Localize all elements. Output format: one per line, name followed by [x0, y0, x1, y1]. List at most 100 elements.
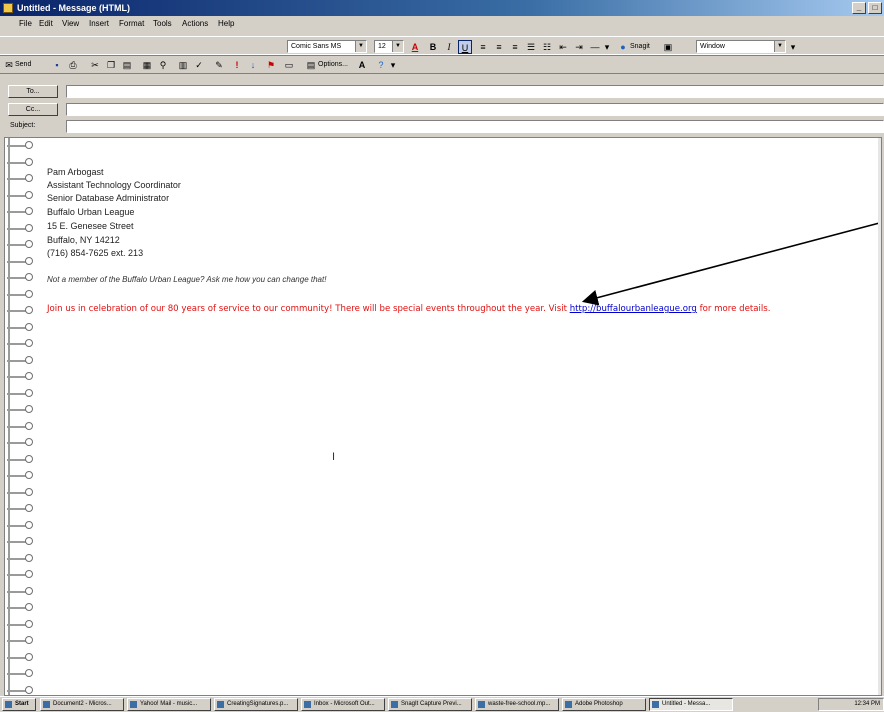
browser-icon [130, 701, 137, 708]
taskbar: Start Document2 - Micros... Yahoo! Mail … [0, 696, 884, 712]
to-row: To... [0, 84, 884, 99]
send-icon: ✉ [5, 60, 13, 70]
taskbar-item-label: Inbox - Microsoft Out... [314, 701, 375, 707]
snagit-icon [391, 701, 398, 708]
to-button[interactable]: To... [8, 85, 58, 98]
decrease-indent-icon[interactable]: ⇤ [556, 40, 570, 54]
font-size-select[interactable]: 12 ▼ [374, 40, 404, 53]
snagit-button[interactable]: Snagit [630, 40, 650, 54]
send-button[interactable]: Send [15, 58, 31, 72]
subject-field[interactable] [66, 120, 884, 133]
bold-icon[interactable]: B [426, 40, 440, 54]
options-icon: ▤ [306, 60, 316, 70]
word-icon [43, 701, 50, 708]
check-names-icon[interactable]: ✓ [192, 58, 206, 72]
taskbar-item[interactable]: SnagIt Capture Previ... [388, 698, 472, 711]
paste-icon[interactable]: ▤ [120, 58, 134, 72]
address-book-icon[interactable]: ▥ [176, 58, 190, 72]
cut-icon[interactable]: ✂ [88, 58, 102, 72]
flag-icon[interactable]: ⚑ [264, 58, 278, 72]
menu-help[interactable]: Help [218, 19, 234, 28]
attach-icon[interactable]: ⚲ [156, 58, 170, 72]
menu-format[interactable]: Format [119, 19, 144, 28]
standard-toolbar: ✉ Send ▪ ⎙ ✂ ❐ ▤ ▦ ⚲ ▥ ✓ ✎ ! ↓ ⚑ ▭ ▤ Opt… [0, 54, 884, 74]
italic-icon[interactable]: I [442, 40, 456, 54]
increase-indent-icon[interactable]: ⇥ [572, 40, 586, 54]
taskbar-item[interactable]: Adobe Photoshop [562, 698, 646, 711]
menu-view[interactable]: View [62, 19, 79, 28]
open-folder-icon[interactable]: ▭ [282, 58, 296, 72]
menu-edit[interactable]: Edit [39, 19, 53, 28]
folder-icon [478, 701, 485, 708]
menu-bar: File Edit View Insert Format Tools Actio… [0, 16, 884, 32]
clock: 12:34 PM [854, 701, 880, 707]
font-color-icon[interactable]: A [408, 40, 422, 54]
snagit-catalog-icon[interactable]: ▣ [661, 40, 675, 54]
align-right-icon[interactable]: ≡ [508, 40, 522, 54]
font-value: Comic Sans MS [291, 43, 342, 50]
envelope-icon [652, 701, 659, 708]
taskbar-item-label: Document2 - Micros... [53, 701, 112, 707]
subject-label: Subject: [10, 122, 36, 129]
options-button[interactable]: Options... [318, 58, 348, 72]
windows-logo-icon [5, 701, 12, 708]
start-label: Start [15, 701, 29, 707]
taskbar-item[interactable]: Document2 - Micros... [40, 698, 124, 711]
taskbar-item[interactable]: Yahoo! Mail - music... [127, 698, 211, 711]
align-left-icon[interactable]: ≡ [476, 40, 490, 54]
taskbar-item-label: Yahoo! Mail - music... [140, 701, 198, 707]
align-center-icon[interactable]: ≡ [492, 40, 506, 54]
toolbar-options-icon[interactable]: ▾ [790, 40, 796, 54]
numbering-icon[interactable]: ☷ [540, 40, 554, 54]
subject-row: Subject: [0, 119, 884, 134]
taskbar-item-active[interactable]: Untitled - Messa... [649, 698, 733, 711]
insert-file-icon[interactable]: ▦ [140, 58, 154, 72]
start-button[interactable]: Start [2, 698, 36, 711]
save-icon[interactable]: ▪ [50, 58, 64, 72]
photoshop-icon [565, 701, 572, 708]
toolbar-options-icon[interactable]: ▾ [604, 40, 610, 54]
importance-high-icon[interactable]: ! [230, 58, 244, 72]
menu-tools[interactable]: Tools [153, 19, 172, 28]
outlook-icon [304, 701, 311, 708]
title-bar: Untitled - Message (HTML) _ □ [0, 0, 884, 16]
importance-low-icon[interactable]: ↓ [246, 58, 260, 72]
envelope-icon [3, 3, 13, 13]
menu-file[interactable]: File [19, 19, 32, 28]
help-icon[interactable]: ? [374, 58, 388, 72]
menu-insert[interactable]: Insert [89, 19, 109, 28]
horizontal-line-icon[interactable]: ― [588, 40, 602, 54]
bullets-icon[interactable]: ☰ [524, 40, 538, 54]
copy-icon[interactable]: ❐ [104, 58, 118, 72]
taskbar-item[interactable]: waste-free-school.mp... [475, 698, 559, 711]
toolbar-options-icon[interactable]: ▾ [390, 58, 396, 72]
chevron-down-icon: ▼ [355, 41, 366, 52]
capture-mode-value: Window [700, 43, 725, 50]
taskbar-item[interactable]: CreatingSignatures.p... [214, 698, 298, 711]
window-title: Untitled - Message (HTML) [17, 3, 131, 13]
cc-button[interactable]: Cc... [8, 103, 58, 116]
system-tray: 12:34 PM [818, 698, 884, 711]
print-icon[interactable]: ⎙ [66, 58, 80, 72]
to-field[interactable] [66, 85, 884, 98]
minimize-button[interactable]: _ [852, 2, 866, 14]
signature-icon[interactable]: ✎ [212, 58, 226, 72]
formatting-toolbar: Comic Sans MS ▼ 12 ▼ A B I U ≡ ≡ ≡ ☰ ☷ ⇤ ⇥… [0, 36, 884, 56]
menu-actions[interactable]: Actions [182, 19, 208, 28]
message-body[interactable]: Pam Arbogast Assistant Technology Coordi… [4, 137, 882, 696]
cc-field[interactable] [66, 103, 884, 116]
taskbar-item-label: Adobe Photoshop [575, 701, 623, 707]
taskbar-item-label: CreatingSignatures.p... [227, 701, 289, 707]
chevron-down-icon: ▼ [774, 41, 785, 52]
capture-mode-select[interactable]: Window ▼ [696, 40, 786, 53]
maximize-button[interactable]: □ [868, 2, 882, 14]
taskbar-item[interactable]: Inbox - Microsoft Out... [301, 698, 385, 711]
snagit-icon[interactable]: ● [616, 40, 630, 54]
taskbar-item-label: Untitled - Messa... [662, 701, 711, 707]
underline-icon[interactable]: U [458, 40, 472, 54]
vertical-scrollbar[interactable] [878, 138, 881, 695]
font-size-icon[interactable]: A [355, 58, 369, 72]
font-select[interactable]: Comic Sans MS ▼ [287, 40, 367, 53]
taskbar-item-label: SnagIt Capture Previ... [401, 701, 462, 707]
cc-row: Cc... [0, 102, 884, 117]
